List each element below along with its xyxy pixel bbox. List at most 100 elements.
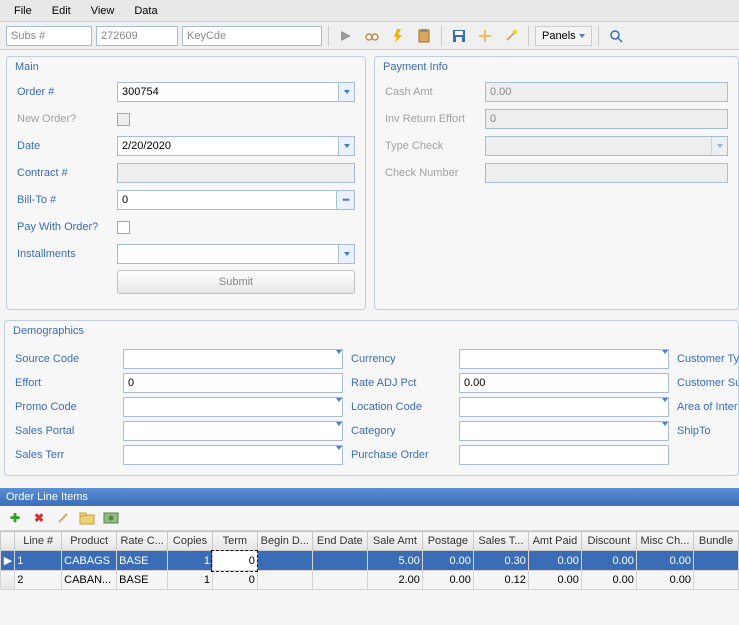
installments-input[interactable] xyxy=(118,245,338,263)
edit-row-icon[interactable] xyxy=(54,509,72,527)
category-field[interactable] xyxy=(459,421,669,441)
currency-input[interactable] xyxy=(460,350,662,368)
grid-cell[interactable]: 1 xyxy=(15,551,62,571)
category-input[interactable] xyxy=(460,422,662,440)
row-indicator[interactable]: ▶ xyxy=(1,551,15,571)
keycde-field[interactable]: KeyCde xyxy=(182,26,322,46)
effort-input[interactable] xyxy=(124,374,342,392)
billto-field[interactable]: ••• xyxy=(117,190,355,210)
grid-cell[interactable]: BASE xyxy=(117,551,168,571)
grid-col-header[interactable]: Amt Paid xyxy=(528,532,581,551)
po-field[interactable] xyxy=(459,445,669,465)
grid-col-header[interactable]: Misc Ch... xyxy=(636,532,693,551)
keycde-input[interactable] xyxy=(230,27,380,45)
grid-col-header[interactable]: Discount xyxy=(581,532,636,551)
subs-selector[interactable] xyxy=(6,26,92,46)
menu-view[interactable]: View xyxy=(81,2,125,20)
grid-cell[interactable]: 0.00 xyxy=(581,571,636,590)
date-field[interactable] xyxy=(117,136,355,156)
play-icon[interactable] xyxy=(335,26,357,46)
wand-icon[interactable] xyxy=(500,26,522,46)
grid-col-header[interactable]: Postage xyxy=(422,532,473,551)
save-icon[interactable] xyxy=(448,26,470,46)
salesportal-field[interactable] xyxy=(123,421,343,441)
zoom-icon[interactable] xyxy=(605,26,627,46)
grid-cell[interactable]: 0.00 xyxy=(581,551,636,571)
grid-cell[interactable]: 0 xyxy=(212,571,257,590)
grid-cell[interactable]: 0.00 xyxy=(422,551,473,571)
grid-cell[interactable]: 0.00 xyxy=(636,571,693,590)
add-row-icon[interactable]: ✚ xyxy=(6,509,24,527)
chevron-down-icon[interactable] xyxy=(338,245,354,263)
grid-cell[interactable]: 2.00 xyxy=(367,571,422,590)
chevron-down-icon[interactable] xyxy=(662,350,668,368)
row-indicator[interactable] xyxy=(1,571,15,590)
location-field[interactable] xyxy=(459,397,669,417)
promo-input[interactable] xyxy=(124,398,336,416)
salesportal-input[interactable] xyxy=(124,422,336,440)
subs-number-field[interactable] xyxy=(96,26,178,46)
chevron-down-icon[interactable] xyxy=(338,137,354,155)
menu-edit[interactable]: Edit xyxy=(42,2,81,20)
po-input[interactable] xyxy=(460,446,668,464)
rateadj-input[interactable] xyxy=(460,374,668,392)
date-input[interactable] xyxy=(118,137,338,155)
grid-col-header[interactable]: Rate C... xyxy=(117,532,168,551)
grid-cell[interactable] xyxy=(257,551,312,571)
salesterr-input[interactable] xyxy=(124,446,336,464)
binoculars-icon[interactable] xyxy=(361,26,383,46)
grid-cell[interactable]: 1 xyxy=(168,551,213,571)
grid-col-header[interactable]: Begin D... xyxy=(257,532,312,551)
salesterr-field[interactable] xyxy=(123,445,343,465)
grid-cell[interactable]: 0.00 xyxy=(528,571,581,590)
grid-cell[interactable] xyxy=(694,551,739,571)
panels-dropdown[interactable]: Panels xyxy=(535,26,592,46)
promo-field[interactable] xyxy=(123,397,343,417)
grid-cell[interactable]: CABAGS xyxy=(62,551,117,571)
effort-field[interactable] xyxy=(123,373,343,393)
location-input[interactable] xyxy=(460,398,662,416)
chevron-down-icon[interactable] xyxy=(336,398,342,416)
money-icon[interactable] xyxy=(102,509,120,527)
submit-button[interactable]: Submit xyxy=(117,270,355,294)
grid-col-header[interactable]: Line # xyxy=(15,532,62,551)
folder-icon[interactable] xyxy=(78,509,96,527)
source-field[interactable] xyxy=(123,349,343,369)
grid-cell[interactable]: 0.00 xyxy=(422,571,473,590)
add-icon[interactable] xyxy=(474,26,496,46)
grid-cell[interactable]: 0.12 xyxy=(473,571,528,590)
neworder-checkbox[interactable] xyxy=(117,113,130,126)
grid-col-header[interactable]: Sale Amt xyxy=(367,532,422,551)
menu-data[interactable]: Data xyxy=(124,2,167,20)
table-row[interactable]: 2CABAN...BASE102.000.000.120.000.000.00 xyxy=(1,571,739,590)
grid-cell[interactable]: 0.00 xyxy=(528,551,581,571)
grid-cell[interactable] xyxy=(312,571,367,590)
grid-cell[interactable]: BASE xyxy=(117,571,168,590)
grid-cell[interactable]: 0.00 xyxy=(636,551,693,571)
grid-cell[interactable]: 5.00 xyxy=(367,551,422,571)
grid-cell[interactable]: 0 xyxy=(212,551,257,571)
grid-cell[interactable]: 1 xyxy=(168,571,213,590)
grid-col-header[interactable]: Product xyxy=(62,532,117,551)
rateadj-field[interactable] xyxy=(459,373,669,393)
bolt-icon[interactable] xyxy=(387,26,409,46)
grid-col-header[interactable]: Copies xyxy=(168,532,213,551)
installments-field[interactable] xyxy=(117,244,355,264)
grid-cell[interactable] xyxy=(694,571,739,590)
grid-cell[interactable]: 0.30 xyxy=(473,551,528,571)
order-lines-grid[interactable]: Line #ProductRate C...CopiesTermBegin D.… xyxy=(0,531,739,590)
paste-icon[interactable] xyxy=(413,26,435,46)
chevron-down-icon[interactable] xyxy=(336,350,342,368)
order-field[interactable] xyxy=(117,82,355,102)
chevron-down-icon[interactable] xyxy=(336,446,342,464)
chevron-down-icon[interactable] xyxy=(336,422,342,440)
grid-col-header[interactable]: Bundle xyxy=(694,532,739,551)
ellipsis-icon[interactable]: ••• xyxy=(336,191,354,209)
menu-file[interactable]: File xyxy=(4,2,42,20)
paywith-checkbox[interactable] xyxy=(117,221,130,234)
order-input[interactable] xyxy=(118,83,338,101)
grid-cell[interactable]: 2 xyxy=(15,571,62,590)
source-input[interactable] xyxy=(124,350,336,368)
currency-field[interactable] xyxy=(459,349,669,369)
delete-row-icon[interactable]: ✖ xyxy=(30,509,48,527)
